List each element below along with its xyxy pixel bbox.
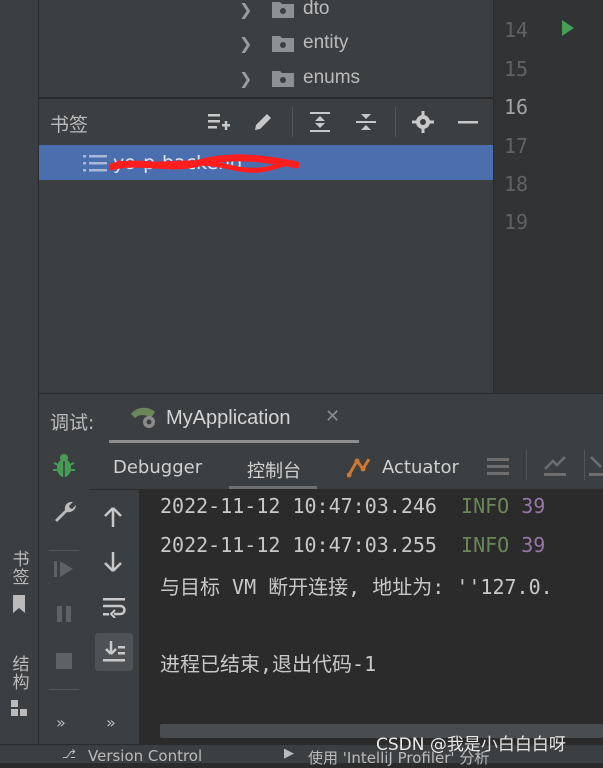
- console-output[interactable]: 2022-11-12 10:47:03.246 INFO 39 2022-11-…: [140, 490, 603, 744]
- branch-icon: ⎇: [62, 747, 76, 761]
- stop-icon[interactable]: [54, 651, 74, 671]
- log-timestamp: 2022-11-12 10:47:03.246: [160, 494, 437, 518]
- toolbar-separator: [292, 107, 293, 137]
- console-exit-line: 进程已结束,退出代码-1: [160, 652, 377, 676]
- active-tab-indicator: [229, 486, 317, 489]
- debug-action-column: »: [39, 443, 90, 744]
- toolbar-separator: [526, 450, 527, 480]
- chevron-right-icon[interactable]: ❯: [239, 0, 252, 19]
- log-pid: 39: [521, 494, 546, 518]
- toolbar-separator: [395, 107, 396, 137]
- line-number: 18: [504, 172, 529, 196]
- log-timestamp: 2022-11-12 10:47:03.255: [160, 533, 437, 557]
- log-level: INFO: [461, 533, 510, 557]
- project-tree: ❯ dto ❯ entity ❯ enums: [39, 0, 493, 97]
- line-number: 15: [504, 57, 529, 81]
- debug-label: 调试:: [50, 412, 95, 434]
- edit-pencil-icon[interactable]: [250, 109, 276, 135]
- step-over-icon[interactable]: [589, 455, 603, 477]
- close-icon[interactable]: ✕: [325, 406, 340, 427]
- wrench-icon[interactable]: [52, 499, 76, 523]
- tab-console[interactable]: 控制台: [247, 457, 301, 483]
- debug-tab-strip: Debugger 控制台 Actuator: [89, 443, 603, 490]
- tab-debugger[interactable]: Debugger: [113, 457, 202, 478]
- tree-item-label: enums: [303, 67, 361, 88]
- spring-boot-debug-icon: [131, 407, 155, 428]
- add-bookmark-list-icon[interactable]: [206, 109, 232, 135]
- run-gutter-icon[interactable]: [561, 19, 575, 37]
- package-folder-icon: [272, 71, 294, 87]
- bookmarks-empty-area: [39, 180, 493, 393]
- minimize-icon[interactable]: [455, 109, 481, 135]
- package-folder-icon: [272, 36, 294, 52]
- debug-bug-icon[interactable]: [52, 453, 76, 479]
- toolbar-separator: [584, 450, 585, 480]
- line-number: 14: [504, 18, 529, 42]
- log-level: INFO: [461, 494, 510, 518]
- debug-title-bar: 调试: MyApplication ✕: [39, 393, 603, 444]
- version-control-tab[interactable]: Version Control: [88, 747, 202, 765]
- resume-icon[interactable]: [53, 559, 75, 579]
- structure-icon: [11, 700, 27, 716]
- separator: [49, 689, 79, 690]
- debug-session-tab[interactable]: MyApplication ✕: [109, 394, 359, 443]
- bookmarks-header: 书签: [39, 98, 493, 146]
- structure-tool-tab[interactable]: 结构: [0, 655, 38, 717]
- soft-wrap-icon[interactable]: [102, 596, 126, 618]
- separator: [49, 550, 79, 551]
- redaction-scribble: [109, 154, 299, 173]
- console-log-line: 2022-11-12 10:47:03.255 INFO 39: [160, 533, 545, 557]
- gear-icon[interactable]: [410, 109, 436, 135]
- chevron-right-icon[interactable]: ❯: [239, 69, 252, 88]
- more-actions-icon[interactable]: »: [106, 713, 116, 732]
- play-icon: ▶: [284, 746, 294, 761]
- console-log-line: 2022-11-12 10:47:03.246 INFO 39: [160, 494, 545, 518]
- console-disconnect-line: 与目标 VM 断开连接, 地址为: ''127.0.: [160, 575, 553, 599]
- bookmark-icon: [13, 595, 25, 613]
- expand-all-icon[interactable]: [307, 109, 333, 135]
- structure-tool-tab-label: 结构: [8, 655, 29, 691]
- editor-gutter: 14 15 16 17 18 19: [493, 0, 603, 393]
- line-number: 19: [504, 210, 529, 234]
- tree-item-dto[interactable]: ❯ dto: [39, 0, 493, 26]
- bookmarks-tool-tab[interactable]: 书签: [0, 550, 38, 614]
- menu-lines-icon[interactable]: [487, 456, 509, 476]
- package-folder-icon: [272, 2, 294, 18]
- bookmarks-title: 书签: [50, 114, 89, 136]
- arrow-up-icon[interactable]: [103, 506, 123, 528]
- bookmarks-tool-tab-label: 书签: [8, 550, 29, 586]
- pause-icon[interactable]: [54, 604, 74, 624]
- actuator-icon: [347, 458, 371, 478]
- collapse-all-icon[interactable]: [353, 109, 379, 135]
- tree-item-enums[interactable]: ❯ enums: [39, 61, 493, 95]
- watermark: CSDN @我是小白白白呀: [376, 735, 566, 755]
- line-number: 17: [504, 134, 529, 158]
- tree-item-label: entity: [303, 32, 349, 53]
- tab-actuator[interactable]: Actuator: [382, 457, 459, 478]
- tree-item-label: dto: [303, 0, 330, 19]
- line-number: 16: [504, 95, 529, 119]
- chevron-right-icon[interactable]: ❯: [239, 34, 252, 53]
- console-action-column: »: [89, 490, 140, 744]
- left-tool-strip: 书签 结构: [0, 0, 39, 744]
- show-execution-point-icon[interactable]: [543, 455, 567, 477]
- more-actions-icon[interactable]: »: [56, 713, 66, 732]
- bookmark-list-item[interactable]: yo-p-backend: [39, 145, 493, 180]
- tree-item-entity[interactable]: ❯ entity: [39, 26, 493, 60]
- scroll-to-end-button[interactable]: [95, 633, 133, 671]
- bookmark-list-icon: [83, 155, 107, 172]
- arrow-down-icon[interactable]: [103, 551, 123, 573]
- scroll-to-end-icon: [103, 641, 125, 662]
- debug-session-tab-label: MyApplication: [166, 407, 291, 429]
- log-pid: 39: [521, 533, 546, 557]
